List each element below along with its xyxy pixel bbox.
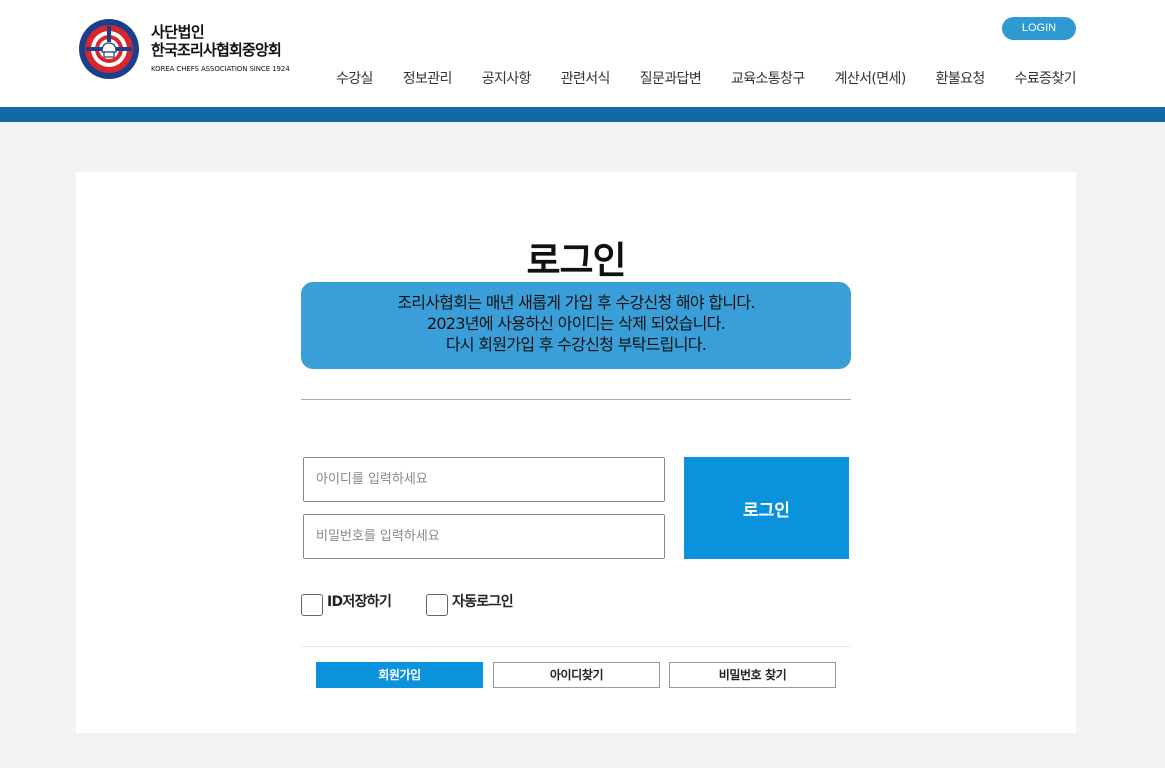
password-input[interactable] <box>303 514 665 559</box>
save-id-label[interactable]: ID저장하기 <box>327 591 392 611</box>
site-header: 사단법인 한국조리사협회중앙회 KOREA CHEFS ASSOCIATION … <box>0 0 1165 107</box>
find-id-button[interactable]: 아이디찾기 <box>493 662 660 688</box>
page-title: 로그인 <box>526 239 626 282</box>
nav-item-communication[interactable]: 교육소통창구 <box>731 68 805 90</box>
nav-item-forms[interactable]: 관련서식 <box>561 68 611 90</box>
nav-item-info[interactable]: 정보관리 <box>403 68 453 90</box>
auto-login-checkbox-group[interactable]: 자동로그인 <box>426 591 514 616</box>
main-nav: 수강실 정보관리 공지사항 관련서식 질문과답변 교육소통창구 계산서(면세) … <box>336 68 1086 90</box>
notice-line: 다시 회원가입 후 수강신청 부탁드립니다. <box>445 335 707 354</box>
user-id-input[interactable] <box>303 457 665 502</box>
nav-item-refund[interactable]: 환불요청 <box>936 68 986 90</box>
notice-line: 조리사협회는 매년 새롭게 가입 후 수강신청 해야 합니다. <box>397 293 755 312</box>
logo-text-name: 한국조리사협회중앙회 <box>151 41 282 59</box>
site-logo[interactable]: 사단법인 한국조리사협회중앙회 KOREA CHEFS ASSOCIATION … <box>78 18 308 80</box>
divider <box>301 646 851 647</box>
header-color-bar <box>0 107 1165 122</box>
auto-login-checkbox[interactable] <box>426 594 448 616</box>
nav-item-classroom[interactable]: 수강실 <box>336 68 373 90</box>
auto-login-label[interactable]: 자동로그인 <box>452 591 514 611</box>
save-id-checkbox-group[interactable]: ID저장하기 <box>301 591 392 616</box>
save-id-checkbox[interactable] <box>301 594 323 616</box>
find-password-button[interactable]: 비밀번호 찾기 <box>669 662 836 688</box>
nav-item-notice[interactable]: 공지사항 <box>482 68 532 90</box>
header-login-button[interactable]: LOGIN <box>1002 17 1076 40</box>
notice-box: 조리사협회는 매년 새롭게 가입 후 수강신청 해야 합니다. 2023년에 사… <box>301 282 851 369</box>
logo-text-english: KOREA CHEFS ASSOCIATION SINCE 1924 <box>151 65 290 73</box>
nav-item-certificate[interactable]: 수료증찾기 <box>1015 68 1077 90</box>
nav-item-invoice[interactable]: 계산서(면세) <box>835 68 907 90</box>
association-emblem-icon <box>79 19 139 79</box>
nav-item-qna[interactable]: 질문과답변 <box>640 68 702 90</box>
login-card: 로그인 조리사협회는 매년 새롭게 가입 후 수강신청 해야 합니다. 2023… <box>76 172 1076 733</box>
logo-text-legal: 사단법인 <box>151 23 205 41</box>
divider <box>301 399 851 400</box>
notice-line: 2023년에 사용하신 아이디는 삭제 되었습니다. <box>426 314 726 333</box>
login-submit-button[interactable]: 로그인 <box>684 457 849 559</box>
join-button[interactable]: 회원가입 <box>316 662 483 688</box>
